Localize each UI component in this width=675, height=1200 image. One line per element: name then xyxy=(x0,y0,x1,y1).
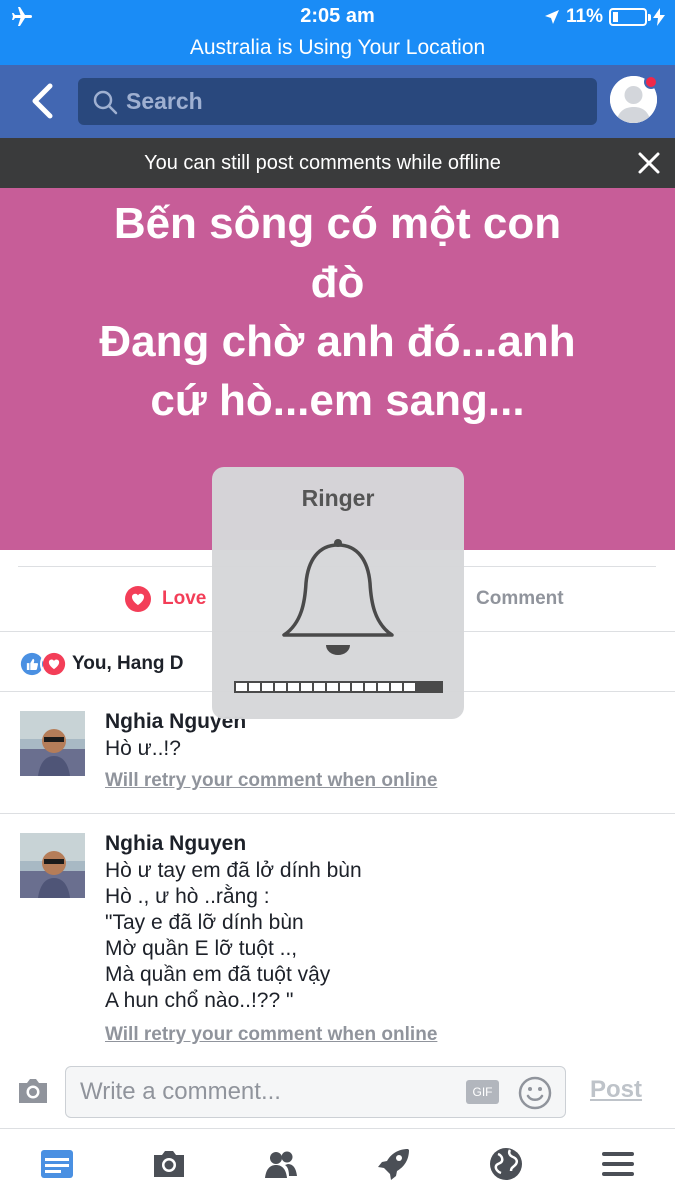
navbar: Search xyxy=(0,65,675,138)
bell-icon xyxy=(282,539,394,655)
camera-icon[interactable] xyxy=(16,1076,50,1106)
commenter-avatar[interactable] xyxy=(20,833,85,898)
love-reaction-button[interactable]: Love xyxy=(124,585,206,613)
battery-percent: 11% xyxy=(566,6,603,27)
bottom-tab-bar xyxy=(0,1128,675,1200)
gif-button[interactable]: GIF xyxy=(466,1080,499,1104)
ringer-level-segment xyxy=(274,683,286,691)
comment-placeholder: Write a comment... xyxy=(80,1078,281,1105)
ringer-level-segment xyxy=(430,683,441,691)
search-icon xyxy=(93,90,118,114)
ringer-level-segment xyxy=(326,683,338,691)
location-arrow-icon xyxy=(545,10,560,24)
commenter-avatar[interactable] xyxy=(20,711,85,776)
retry-status-link[interactable]: Will retry your comment when online xyxy=(105,770,437,792)
comment-button[interactable]: Comment xyxy=(476,588,564,610)
avatar-photo xyxy=(20,833,85,898)
retry-status-link[interactable]: Will retry your comment when online xyxy=(105,1024,437,1046)
ringer-level-segment xyxy=(313,683,325,691)
comment-text: Hò ư tay em đã lở dính bùn Hò ., ư hò ..… xyxy=(105,859,362,1012)
comment-text: Hò ư..!? xyxy=(105,737,181,760)
comment-author[interactable]: Nghia Nguyen xyxy=(105,832,246,856)
ringer-level-segment xyxy=(378,683,390,691)
offline-banner: You can still post comments while offlin… xyxy=(0,138,675,188)
comment-input[interactable]: Write a comment... GIF xyxy=(65,1066,566,1118)
comment-composer: Write a comment... GIF Post xyxy=(0,1056,675,1128)
reaction-names: You, Hang D xyxy=(72,653,184,674)
explore-rocket-icon[interactable] xyxy=(375,1146,411,1182)
notification-dot xyxy=(644,75,658,89)
status-bar: 2:05 am 11% xyxy=(0,0,675,33)
ringer-volume-hud: Ringer xyxy=(212,467,464,719)
ringer-level-segment xyxy=(261,683,273,691)
ringer-level-segment xyxy=(339,683,351,691)
ringer-level-segment xyxy=(352,683,364,691)
location-in-use-banner[interactable]: Australia is Using Your Location xyxy=(0,33,675,65)
love-label: Love xyxy=(162,588,207,609)
battery-icon xyxy=(609,8,651,26)
sticker-smiley-icon[interactable] xyxy=(518,1076,552,1110)
menu-icon[interactable] xyxy=(600,1146,636,1182)
ringer-level-segment xyxy=(365,683,377,691)
heart-icon xyxy=(125,586,151,612)
ringer-level-segment xyxy=(248,683,260,691)
close-icon[interactable] xyxy=(637,151,661,175)
post-button[interactable]: Post xyxy=(590,1076,642,1104)
avatar-photo xyxy=(20,711,85,776)
charging-bolt-icon xyxy=(653,8,665,26)
status-right: 11% xyxy=(544,5,665,29)
news-feed-icon[interactable] xyxy=(39,1146,75,1182)
ringer-level-segment xyxy=(417,683,429,691)
camera-icon[interactable] xyxy=(151,1146,187,1182)
friends-icon[interactable] xyxy=(263,1146,299,1182)
reactions-summary[interactable]: You, Hang D xyxy=(18,650,184,678)
search-placeholder: Search xyxy=(126,88,203,114)
ringer-level-segment xyxy=(300,683,312,691)
post-text: Bến sông có một con đò Đang chờ anh đó..… xyxy=(99,199,576,425)
ringer-level-segment xyxy=(391,683,403,691)
ringer-level-segment xyxy=(287,683,299,691)
ringer-level-segment xyxy=(404,683,416,691)
back-chevron-icon[interactable] xyxy=(26,83,60,119)
love-reaction-icon xyxy=(40,650,68,678)
offline-message: You can still post comments while offlin… xyxy=(144,152,501,174)
comment-item: Nghia Nguyen Hò ư tay em đã lở dính bùn … xyxy=(0,813,675,1053)
ringer-level-segment xyxy=(236,683,247,691)
ringer-title: Ringer xyxy=(301,485,375,511)
ringer-level-bar xyxy=(234,681,443,693)
search-input[interactable]: Search xyxy=(78,78,597,125)
globe-icon[interactable] xyxy=(488,1146,524,1182)
